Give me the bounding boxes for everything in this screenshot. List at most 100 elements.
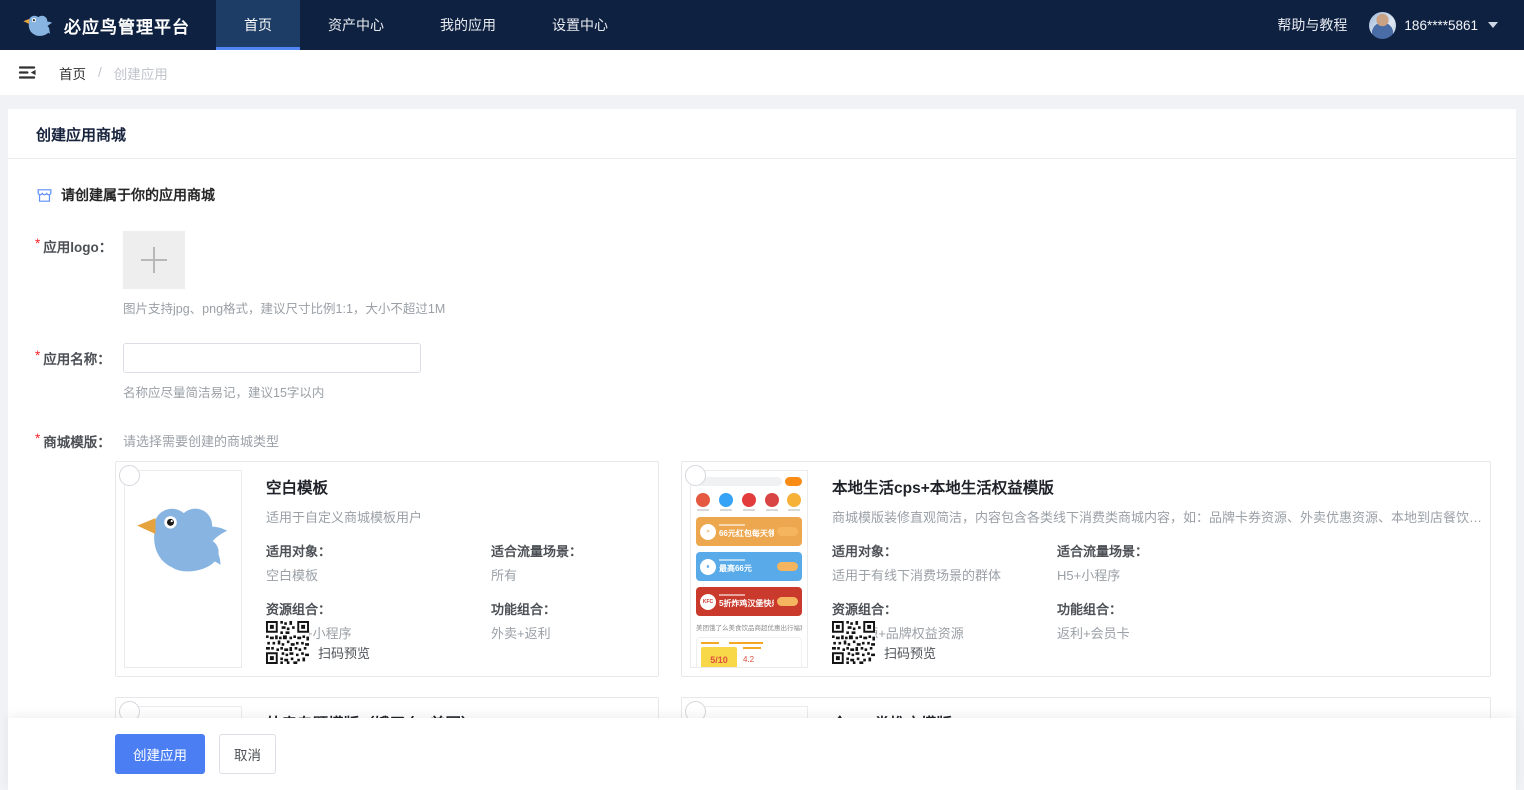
template-card-body: 空白模板 适用于自定义商城模板用户 适用对象： 空白模板 适合流量场景： 所有 … [242,470,650,668]
section-head: 请创建属于你的应用商城 [36,185,1488,205]
name-label-text: 应用名称： [43,348,111,368]
template-label-text: 商城模版： [43,431,111,451]
help-link[interactable]: 帮助与教程 [1277,15,1347,35]
breadcrumb-current: 创建应用 [114,63,168,83]
field-label: 适用对象： [266,541,491,560]
template-thumbnail [124,470,242,668]
phone-searchbar [696,477,802,486]
logo-upload-box[interactable] [123,231,185,289]
phone-icon-row [696,493,802,511]
app-icon [787,493,802,511]
field-feature: 功能组合： 外卖+返利 [491,599,650,642]
caret-down-icon [1488,22,1498,28]
field-traffic: 适合流量场景： 所有 [491,541,650,584]
top-header-bar: 必应鸟管理平台 首页 资产中心 我的应用 设置中心 帮助与教程 186****5… [0,0,1524,50]
cancel-button[interactable]: 取消 [219,734,276,774]
field-label-logo: * 应用logo： [35,231,123,256]
phone-tab: 商超优惠 [754,622,780,632]
footer-action-bar: 创建应用 取消 [8,718,1516,790]
breadcrumb-bar: 首页 / 创建应用 [0,50,1524,95]
banner-text: 66元红包每天领 [719,528,774,539]
field-value: 返利+会员卡 [1057,623,1482,642]
phone-tab: 饿了么 [709,622,729,632]
user-menu[interactable]: 186****5861 [1369,12,1498,39]
brand[interactable]: 必应鸟管理平台 [0,0,216,50]
breadcrumb-home[interactable]: 首页 [59,63,86,83]
page-title: 创建应用商城 [36,127,126,144]
user-avatar [1369,12,1396,39]
logo-hint: 图片支持jpg、png格式，建议尺寸比例1:1，大小不超过1M [123,298,445,317]
template-card-body: 本地生活cps+本地生活权益模版 商城模版装修直观简洁，内容包含各类线下消费类商… [808,470,1482,668]
collapse-menu-icon[interactable] [18,63,37,82]
form-row-name: * 应用名称： 名称应尽量简洁易记，建议15字以内 [35,343,1516,401]
search-placeholder [696,477,782,486]
form-row-logo: * 应用logo： 图片支持jpg、png格式，建议尺寸比例1:1，大小不超过1… [35,231,1516,317]
bird-logo-icon [22,12,54,39]
nav-tab-home[interactable]: 首页 [216,0,300,50]
template-hint: 请选择需要创建的商城类型 [123,431,279,450]
banner-icon: KFC [700,594,716,610]
logo-field: 图片支持jpg、png格式，建议尺寸比例1:1，大小不超过1M [123,231,445,317]
create-app-button[interactable]: 创建应用 [115,734,205,774]
field-label: 资源组合： [832,599,1057,618]
field-target: 适用对象： 空白模板 [266,541,491,584]
banner-meituan: > 66元红包每天领 [696,517,802,546]
shop-icon [36,187,53,204]
coupon-ticket: 5/10 [701,647,737,668]
breadcrumb-separator: / [98,65,102,80]
field-value: 外卖+返利 [491,623,650,642]
banner-button [777,597,798,606]
nav-tab-assets[interactable]: 资产中心 [300,0,412,50]
field-label: 功能组合： [1057,599,1482,618]
field-traffic: 适合流量场景： H5+小程序 [1057,541,1482,584]
required-asterisk: * [35,348,40,368]
banner-eleme: e 最高66元 [696,552,802,581]
template-title: 空白模板 [266,476,650,498]
field-value: 空白模板 [266,565,491,584]
phone-tab: 美食饮品 [728,622,754,632]
qr-block: 扫码预览 [832,621,936,664]
template-radio[interactable] [119,465,140,486]
field-feature: 功能组合： 返利+会员卡 [1057,599,1482,642]
brand-title: 必应鸟管理平台 [64,13,190,38]
qr-code [832,621,875,664]
logo-label-text: 应用logo： [43,236,112,256]
required-asterisk: * [35,236,40,256]
banner-icon: e [700,559,716,575]
template-desc: 商城模版装修直观简洁，内容包含各类线下消费类商城内容，如：品牌卡券资源、外卖优惠… [832,507,1482,526]
form-row-template: * 商城模版： 请选择需要创建的商城类型 [35,431,1516,451]
app-icon [741,493,756,511]
section-title: 请创建属于你的应用商城 [61,185,215,205]
header-right: 帮助与教程 186****5861 [1277,0,1524,50]
panel-header: 创建应用商城 [8,109,1516,159]
coupon-rating: 4.2 [743,655,761,664]
banner-text: 5折炸鸡汉堡快乐餐 [719,598,774,609]
field-label: 适合流量场景： [491,541,650,560]
field-target: 适用对象： 适用于有线下消费场景的群体 [832,541,1057,584]
banner-button [777,527,798,536]
template-card-local-life[interactable]: > 66元红包每天领 e 最高66元 KFC 5折炸鸡汉堡快乐餐 美团 饿了么 [681,461,1491,677]
nav-tab-settings[interactable]: 设置中心 [524,0,636,50]
qr-code [266,621,309,664]
field-value: H5+小程序 [1057,565,1482,584]
phone-tab: 美团 [696,622,709,632]
banner-text: 最高66元 [719,563,774,574]
template-title: 本地生活cps+本地生活权益模版 [832,476,1482,498]
app-icon [696,493,711,511]
nav-tab-my-apps[interactable]: 我的应用 [412,0,524,50]
app-icon [719,493,734,511]
field-label-name: * 应用名称： [35,343,123,368]
template-radio[interactable] [685,465,706,486]
app-name-input[interactable] [123,343,421,373]
phone-tab-row: 美团 饿了么 美食饮品 商超优惠 出行福利 [696,622,802,632]
field-value: 所有 [491,565,650,584]
field-label: 功能组合： [491,599,650,618]
qr-label: 扫码预览 [318,643,370,664]
text-placeholder [701,642,719,644]
field-value: 适用于有线下消费场景的群体 [832,565,1057,584]
template-thumbnail-phone: > 66元红包每天领 e 最高66元 KFC 5折炸鸡汉堡快乐餐 美团 饿了么 [690,470,808,668]
main-nav: 首页 资产中心 我的应用 设置中心 [216,0,636,50]
text-placeholder [729,642,763,644]
required-asterisk: * [35,431,40,451]
template-card-blank[interactable]: 空白模板 适用于自定义商城模板用户 适用对象： 空白模板 适合流量场景： 所有 … [115,461,659,677]
